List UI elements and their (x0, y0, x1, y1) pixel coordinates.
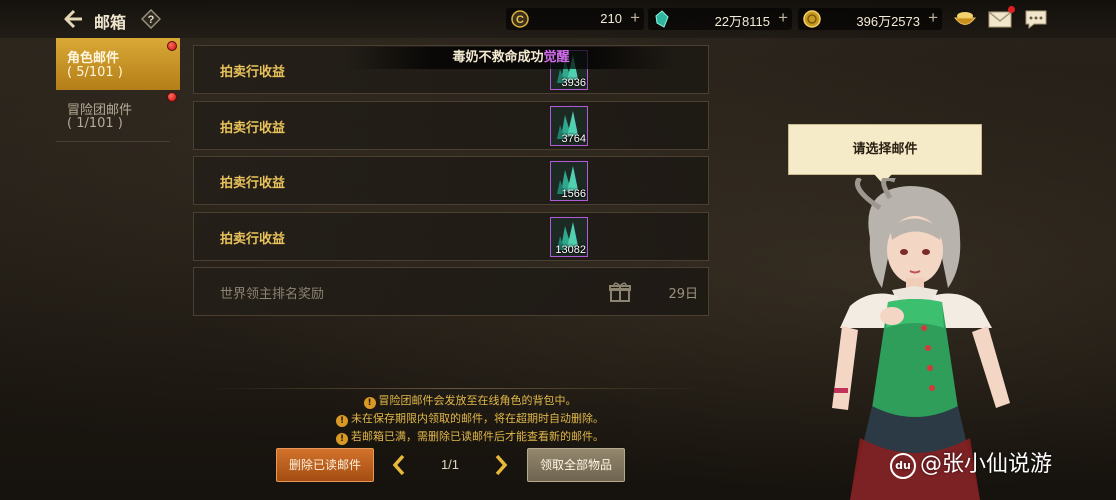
currency-gold: 396万2573 + (798, 8, 942, 30)
warning-icon: ! (336, 415, 348, 427)
tab-count: ( 5/101 ) (67, 65, 123, 80)
broadcast-text: 毒奶不救命成功 (452, 50, 544, 65)
notice-text: 未在保存期限内领取的邮件，将在超期时自动删除。 (351, 412, 604, 425)
notification-dot (1008, 6, 1015, 13)
item-count: 1566 (561, 188, 586, 200)
back-arrow-icon[interactable] (62, 8, 84, 30)
page-title: 邮箱 (94, 13, 127, 32)
green-crystal-icon (655, 10, 669, 28)
tab-label: 角色邮件 (67, 51, 120, 66)
chat-bubble-icon[interactable] (1023, 7, 1049, 31)
prev-page-icon[interactable] (390, 453, 408, 477)
add-currency-button[interactable]: + (928, 8, 938, 28)
watermark-logo: du (890, 453, 916, 479)
item-slot[interactable]: 3764 (550, 106, 588, 146)
broadcast-highlight: 觉醒 (543, 50, 570, 65)
gift-icon (609, 282, 631, 302)
mail-item[interactable]: 拍卖行收益 1566 (193, 156, 709, 205)
watermark-text: @张小仙说游 (920, 452, 1053, 477)
mail-item[interactable]: 拍卖行收益 13082 (193, 212, 709, 261)
delete-read-mail-button[interactable]: 删除已读邮件 (276, 448, 374, 482)
gold-medal-icon (803, 10, 821, 28)
notice-line: ! 若邮箱已满，需删除已读邮件后才能查看新的邮件。 (300, 428, 640, 445)
add-currency-button[interactable]: + (630, 8, 640, 28)
notice-text: 若邮箱已满，需删除已读邮件后才能查看新的邮件。 (351, 430, 604, 443)
page-indicator: 1/1 (440, 457, 460, 472)
gold-coin-c-icon: C (511, 10, 529, 28)
currency-value: 210 (600, 11, 622, 26)
item-count: 3936 (561, 77, 586, 89)
add-currency-button[interactable]: + (778, 8, 788, 28)
svg-text:C: C (516, 14, 524, 26)
notice-line: ! 未在保存期限内领取的邮件，将在超期时自动删除。 (300, 410, 640, 427)
currency-value: 22万8115 (714, 14, 770, 29)
expiry-days: 29日 (668, 287, 698, 302)
warning-icon: ! (363, 397, 376, 409)
help-icon[interactable]: ? (141, 9, 161, 29)
notice-text: 冒险团邮件会发放至在线角色的背包中。 (378, 394, 577, 407)
claim-all-button[interactable]: 领取全部物品 (527, 448, 625, 482)
item-slot[interactable]: 1566 (550, 161, 588, 201)
mail-title: 拍卖行收益 (220, 121, 286, 136)
tab-adventure-team-mail[interactable]: 冒险团邮件 ( 1/101 ) (56, 94, 180, 140)
currency-value: 396万2573 (856, 14, 920, 29)
mail-title: 拍卖行收益 (220, 65, 286, 80)
notice-line: ! 冒险团邮件会发放至在线角色的背包中。 (300, 392, 640, 409)
mail-item[interactable]: 拍卖行收益 3764 (193, 101, 709, 150)
svg-text:?: ? (148, 14, 155, 26)
tab-count: ( 1/101 ) (67, 116, 123, 131)
notification-dot (167, 41, 177, 51)
currency-gold-c: C 210 + (506, 8, 644, 30)
item-slot[interactable]: 13082 (550, 217, 588, 257)
mail-title: 拍卖行收益 (220, 232, 286, 247)
watermark: du @张小仙说游 (890, 446, 1053, 479)
notification-dot (167, 92, 177, 102)
mail-item[interactable]: 世界领主排名奖励 29日 (193, 267, 709, 316)
warning-icon: ! (336, 433, 348, 445)
npc-speech-bubble: 请选择邮件 (788, 124, 982, 175)
system-broadcast: 毒奶不救命成功觉醒 (346, 47, 676, 69)
item-count: 13082 (555, 244, 586, 256)
item-count: 3764 (561, 133, 586, 145)
mail-title: 世界领主排名奖励 (220, 287, 325, 302)
currency-crystal: 22万8115 + (648, 8, 792, 30)
next-page-icon[interactable] (492, 453, 510, 477)
top-bar: 邮箱 ? C 210 + 22万8115 + 396万2573 + (0, 0, 1116, 38)
divider (206, 388, 706, 389)
tab-character-mail[interactable]: 角色邮件 ( 5/101 ) (56, 38, 180, 90)
treasure-bowl-icon[interactable] (952, 7, 978, 31)
divider (56, 141, 170, 142)
mail-title: 拍卖行收益 (220, 176, 286, 191)
